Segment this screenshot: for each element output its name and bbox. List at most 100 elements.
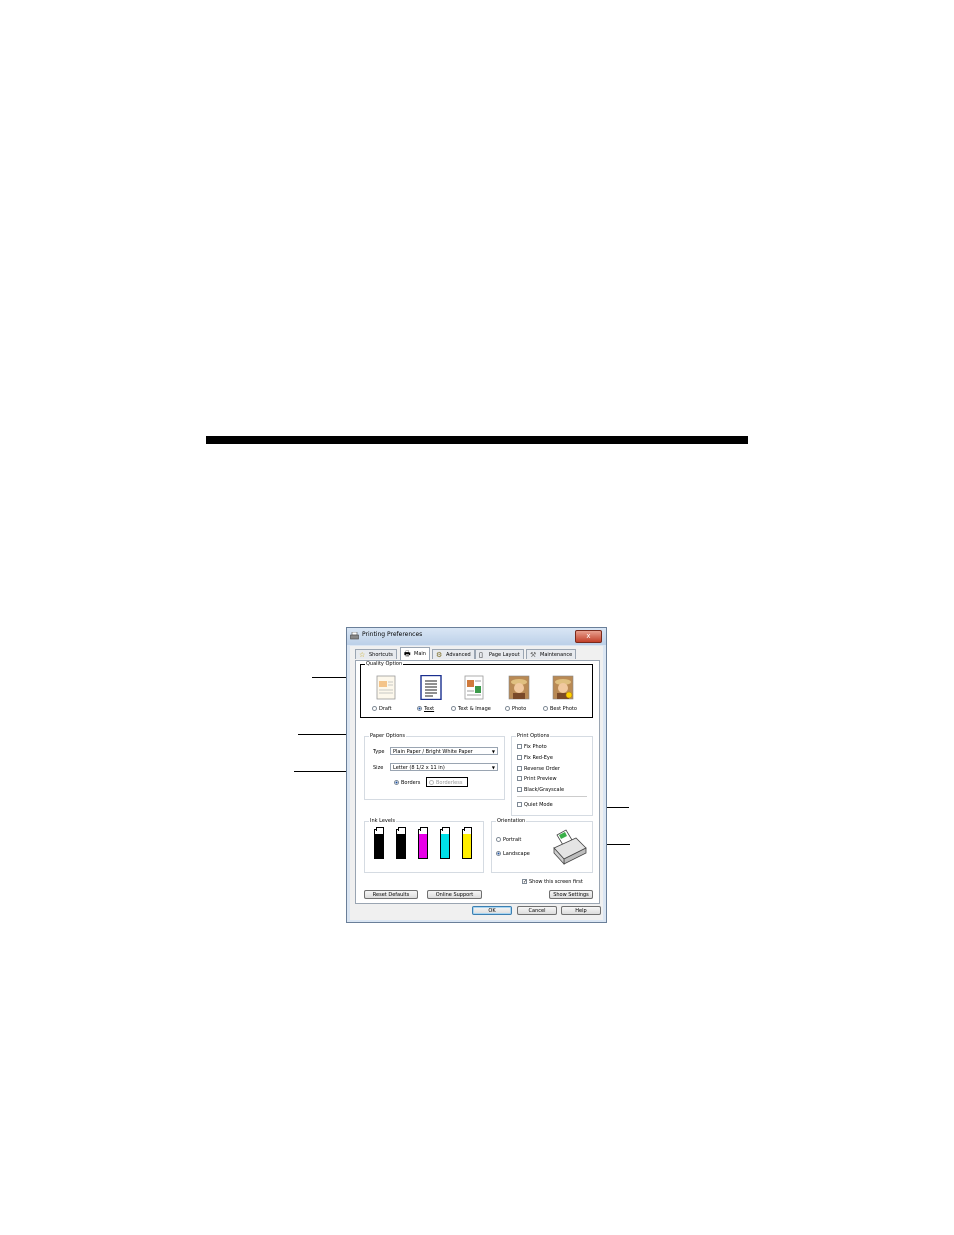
paper-size-value: Letter (8 1/2 x 11 in)	[393, 765, 445, 771]
tab-advanced[interactable]: ⚙ Advanced	[432, 649, 475, 659]
quality-option-group: Quality Option Draft Text Text & Image P…	[360, 661, 593, 718]
landscape-label: Landscape	[503, 851, 530, 857]
ink-cartridge-cap	[420, 827, 428, 831]
dropdown-arrow-icon: ▼	[491, 749, 495, 754]
print-preview-label: Print Preview	[524, 776, 557, 782]
ink-cartridge-cap	[442, 827, 450, 831]
ink-cartridge	[418, 827, 428, 859]
printer-icon: 🖶	[404, 650, 411, 658]
paper-options-label: Paper Options	[369, 733, 407, 739]
ink-cartridge-cap	[464, 827, 472, 831]
text-image-icon[interactable]	[463, 675, 485, 700]
printer-icon	[350, 632, 359, 640]
title-bar: Printing Preferences x	[347, 628, 606, 645]
borderless-label: Borderless	[436, 780, 463, 786]
online-support-button[interactable]: Online Support	[427, 890, 482, 899]
ink-levels-label: Ink Levels	[369, 818, 396, 824]
ink-cartridge	[396, 827, 406, 859]
type-label: Type	[373, 749, 385, 755]
text-radio[interactable]	[417, 706, 422, 711]
gears-icon: ⚙	[436, 651, 443, 659]
ink-level-fill	[397, 834, 405, 858]
portrait-radio[interactable]	[496, 837, 501, 842]
dialog-title: Printing Preferences	[362, 631, 423, 638]
paper-size-select[interactable]: Letter (8 1/2 x 11 in) ▼	[390, 763, 498, 771]
ink-level-fill	[375, 834, 383, 858]
tab-main[interactable]: 🖶 Main	[400, 647, 430, 660]
portrait-label: Portrait	[503, 837, 522, 843]
main-panel: Quality Option Draft Text Text & Image P…	[355, 660, 600, 904]
orientation-label: Orientation	[496, 818, 527, 824]
text-quality-icon[interactable]	[420, 675, 442, 700]
tab-maintenance[interactable]: ⚒ Maintenance	[526, 649, 577, 659]
ink-level-fill	[463, 834, 471, 858]
dialog-body: ☆ Shortcuts 🖶 Main ⚙ Advanced ▯ Page Layout …	[350, 646, 603, 920]
tab-page-layout[interactable]: ▯ Page Layout	[475, 649, 524, 659]
wrench-icon: ⚒	[530, 651, 537, 659]
best-photo-label: Best Photo	[550, 706, 577, 712]
draft-icon	[376, 675, 396, 700]
borderless-radio[interactable]	[429, 780, 434, 785]
ink-cartridge	[374, 827, 384, 859]
ink-cartridge	[440, 827, 450, 859]
paper-type-select[interactable]: Plain Paper / Bright White Paper ▼	[390, 747, 498, 755]
quiet-mode-label: Quiet Mode	[524, 802, 553, 808]
paper-type-value: Plain Paper / Bright White Paper	[393, 749, 473, 755]
text-label: Text	[424, 706, 435, 712]
photo-radio[interactable]	[505, 706, 510, 711]
quality-option-label: Quality Option	[365, 661, 404, 667]
ink-level-fill	[419, 834, 427, 858]
tab-shortcuts[interactable]: ☆ Shortcuts	[355, 649, 397, 659]
size-label: Size	[373, 765, 384, 771]
show-screen-first-checkbox[interactable]: ✓	[522, 879, 527, 885]
reset-defaults-button[interactable]: Reset Defaults	[364, 890, 418, 899]
quiet-mode-checkbox[interactable]	[517, 802, 522, 807]
ink-cartridge	[462, 827, 472, 859]
ink-cartridge-cap	[398, 827, 406, 831]
tab-label: Maintenance	[540, 652, 573, 658]
black-grayscale-label: Black/Grayscale	[524, 787, 565, 793]
borders-label: Borders	[401, 780, 421, 786]
best-photo-icon[interactable]	[552, 675, 574, 700]
landscape-radio[interactable]	[496, 851, 501, 856]
tab-label: Shortcuts	[369, 652, 393, 658]
borderless-option[interactable]: Borderless	[426, 777, 468, 787]
show-screen-first-label: Show this screen first	[529, 879, 583, 885]
borders-radio[interactable]	[394, 780, 399, 785]
draft-radio[interactable]	[372, 706, 377, 711]
header-rule	[206, 436, 748, 444]
print-options-label: Print Options	[516, 733, 551, 739]
dropdown-arrow-icon: ▼	[491, 765, 495, 770]
page-icon: ▯	[479, 651, 483, 659]
black-grayscale-checkbox[interactable]	[517, 787, 522, 792]
printing-preferences-dialog: Printing Preferences x ☆ Shortcuts 🖶 Main …	[346, 627, 607, 923]
reverse-order-label: Reverse Order	[524, 766, 560, 772]
draft-label: Draft	[379, 706, 392, 712]
orientation-group: Orientation Portrait Landscape	[491, 818, 593, 873]
photo-label: Photo	[512, 706, 527, 712]
cancel-button[interactable]: Cancel	[517, 906, 557, 915]
fix-photo-checkbox[interactable]	[517, 744, 522, 749]
help-button[interactable]: Help	[561, 906, 601, 915]
ink-levels-group: Ink Levels	[364, 818, 484, 873]
print-preview-checkbox[interactable]	[517, 776, 522, 781]
photo-icon[interactable]	[508, 675, 530, 700]
fix-red-eye-label: Fix Red-Eye	[524, 755, 553, 761]
show-settings-button[interactable]: Show Settings	[549, 890, 593, 899]
print-options-group: Print Options Fix Photo Fix Red-Eye Reve…	[511, 733, 593, 816]
fix-photo-label: Fix Photo	[524, 744, 547, 750]
close-button[interactable]: x	[575, 630, 602, 643]
fix-red-eye-checkbox[interactable]	[517, 755, 522, 760]
text-image-radio[interactable]	[451, 706, 456, 711]
ok-button[interactable]: OK	[472, 906, 512, 915]
reverse-order-checkbox[interactable]	[517, 766, 522, 771]
tab-label: Main	[414, 651, 426, 657]
best-photo-radio[interactable]	[543, 706, 548, 711]
paper-options-group: Paper Options Type Plain Paper / Bright …	[364, 733, 505, 800]
ink-level-fill	[441, 834, 449, 858]
tab-label: Advanced	[446, 652, 471, 658]
landscape-printer-icon	[553, 829, 587, 866]
tab-label: Page Layout	[489, 652, 520, 658]
print-options-divider	[517, 796, 587, 797]
text-image-label: Text & Image	[458, 706, 491, 712]
